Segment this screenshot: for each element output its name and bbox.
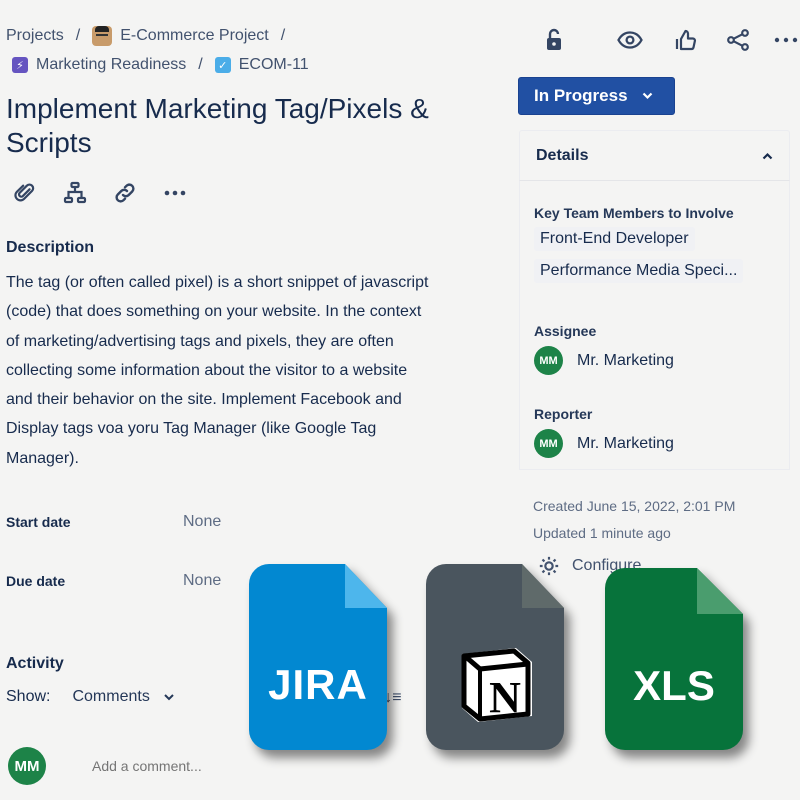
breadcrumb-project[interactable]: E-Commerce Project	[120, 27, 268, 45]
chevron-down-icon	[642, 92, 652, 100]
updated-timestamp: Updated 1 minute ago	[533, 525, 671, 541]
breadcrumb-issue-key[interactable]: ECOM-11	[239, 56, 309, 74]
user-avatar: MM	[8, 747, 46, 785]
start-date-value[interactable]: None	[183, 513, 221, 531]
reporter-label: Reporter	[534, 406, 593, 422]
issue-title[interactable]: Implement Marketing Tag/Pixels & Scripts	[6, 92, 466, 160]
assignee-field[interactable]: MM Mr. Marketing	[534, 346, 674, 375]
start-date-label: Start date	[6, 514, 71, 530]
created-timestamp: Created June 15, 2022, 2:01 PM	[533, 498, 736, 514]
description-text[interactable]: The tag (or often called pixel) is a sho…	[6, 268, 436, 473]
due-date-value[interactable]: None	[183, 572, 221, 590]
show-select-value: Comments	[72, 688, 150, 705]
team-members-label: Key Team Members to Involve	[534, 205, 734, 221]
more-icon[interactable]	[772, 26, 800, 54]
details-header[interactable]: Details	[519, 130, 790, 180]
due-date-label: Due date	[6, 573, 66, 589]
project-avatar-icon	[92, 26, 113, 46]
breadcrumb-separator: /	[280, 27, 286, 44]
jira-file-icon: JIRA	[249, 564, 387, 750]
more-icon[interactable]	[162, 180, 188, 206]
reporter-avatar: MM	[534, 429, 563, 458]
breadcrumb-epic[interactable]: Marketing Readiness	[36, 56, 186, 74]
unlock-icon[interactable]	[540, 26, 568, 54]
activity-label: Activity	[6, 655, 64, 672]
breadcrumb-projects[interactable]: Projects	[6, 27, 64, 45]
share-icon[interactable]	[724, 26, 752, 54]
reporter-field[interactable]: MM Mr. Marketing	[534, 429, 674, 458]
xls-label: XLS	[633, 662, 715, 709]
task-checkbox-icon: ✓	[214, 57, 231, 73]
breadcrumb-separator: /	[198, 56, 203, 73]
show-label: Show:	[6, 688, 51, 705]
breadcrumb: Projects / E-Commerce Project / ⚡ Market…	[6, 24, 309, 82]
comment-row: MM	[8, 747, 392, 785]
comment-input[interactable]	[92, 758, 392, 774]
attachment-icon[interactable]	[12, 180, 38, 206]
status-label: In Progress	[534, 86, 628, 105]
chevron-up-icon[interactable]	[762, 152, 773, 160]
team-member-chip[interactable]: Performance Media Speci...	[534, 259, 744, 283]
issue-toolbar	[12, 180, 188, 206]
child-issues-icon[interactable]	[62, 180, 88, 206]
chevron-down-icon	[164, 693, 174, 700]
assignee-avatar: MM	[534, 346, 563, 375]
details-heading: Details	[536, 146, 589, 164]
team-member-chip[interactable]: Front-End Developer	[534, 227, 695, 251]
status-button[interactable]: In Progress	[518, 77, 675, 115]
like-icon[interactable]	[672, 26, 700, 54]
issue-actions	[540, 26, 800, 54]
breadcrumb-separator: /	[75, 27, 81, 44]
jira-label: JIRA	[268, 661, 368, 708]
watch-icon[interactable]	[616, 26, 644, 54]
assignee-name: Mr. Marketing	[577, 351, 674, 369]
link-icon[interactable]	[112, 180, 138, 206]
reporter-name: Mr. Marketing	[577, 434, 674, 452]
show-select[interactable]: Comments	[72, 688, 174, 706]
description-label: Description	[6, 239, 95, 256]
xls-file-icon: XLS	[605, 568, 743, 754]
notion-file-icon: N	[426, 564, 564, 750]
epic-lightning-icon: ⚡	[12, 57, 28, 73]
details-panel: Key Team Members to Involve Front-End De…	[519, 180, 790, 470]
assignee-label: Assignee	[534, 323, 597, 339]
activity-filter: Show: Comments	[6, 688, 174, 706]
notion-label: N	[489, 673, 521, 722]
